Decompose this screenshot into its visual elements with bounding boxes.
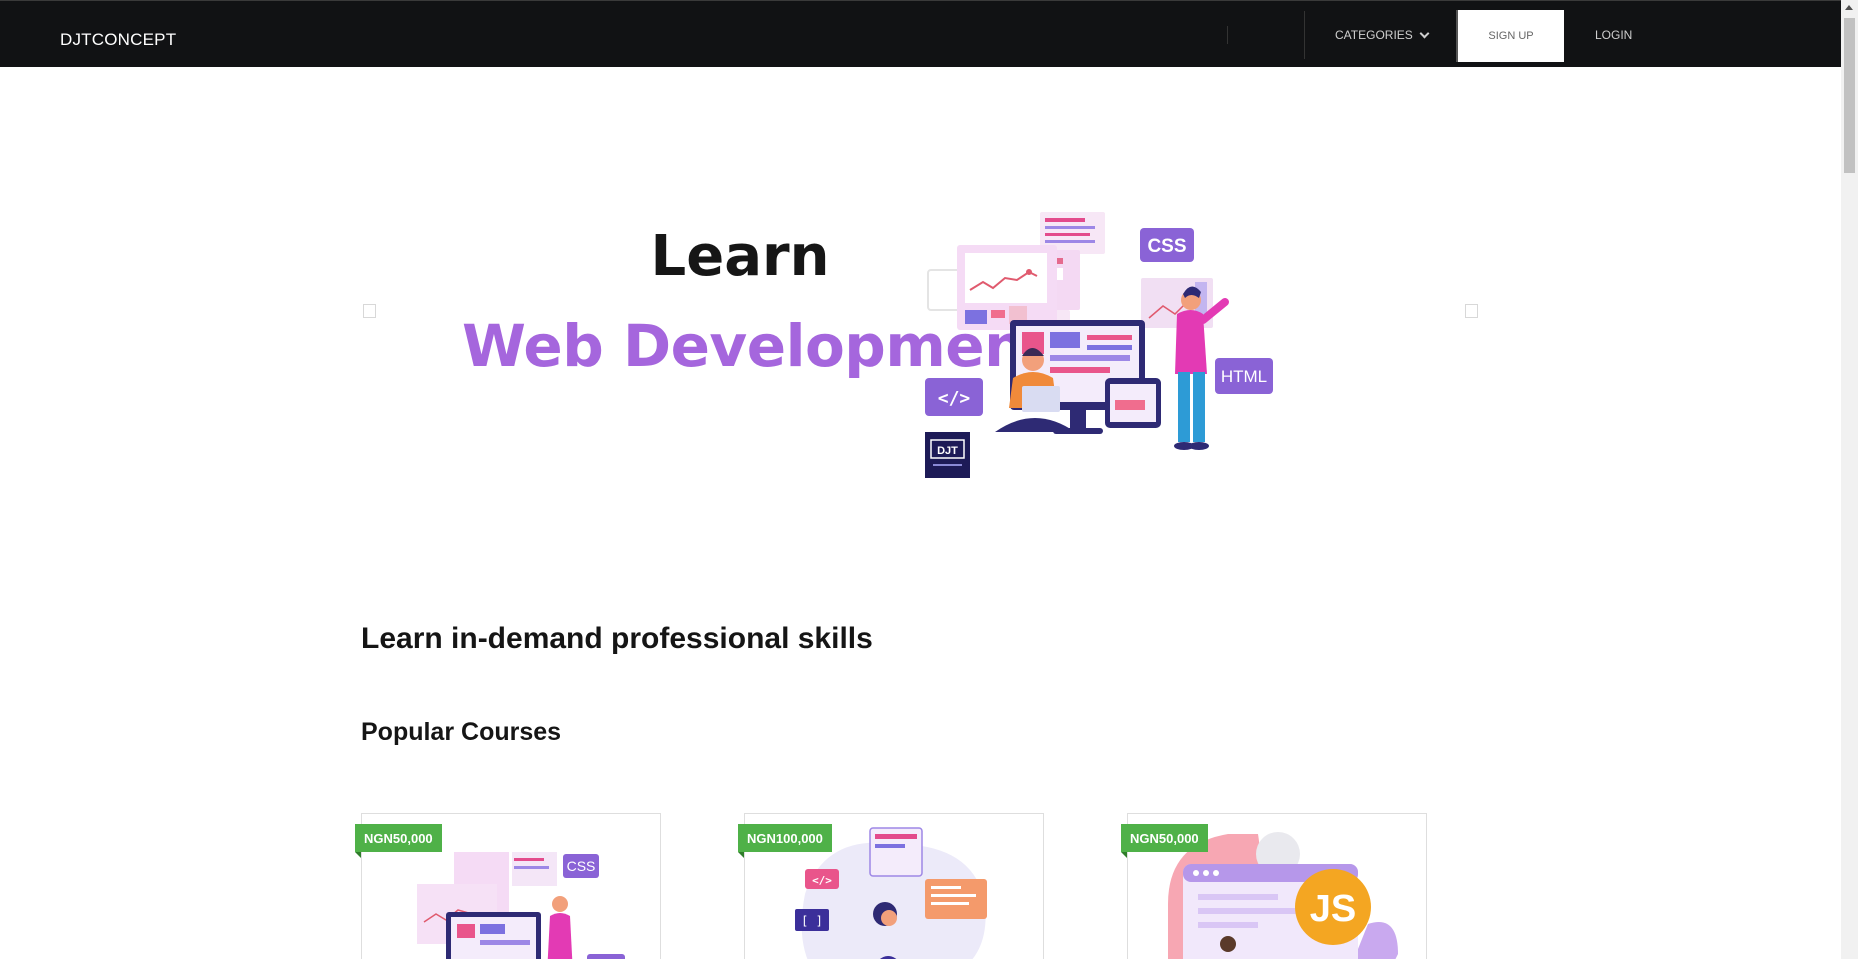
signup-button[interactable]: SIGN UP — [1456, 10, 1564, 62]
card-art-badge: JS — [1310, 888, 1356, 930]
hero-title-learn: Learn — [650, 224, 830, 289]
categories-label: CATEGORIES — [1335, 28, 1413, 42]
skills-heading: Learn in-demand professional skills — [361, 622, 873, 655]
price-badge: NGN50,000 — [355, 824, 442, 852]
nav-divider — [1227, 26, 1228, 44]
badge-fold — [355, 852, 361, 858]
svg-text:[ ]: [ ] — [801, 914, 823, 928]
signup-label: SIGN UP — [1488, 30, 1534, 42]
card-art-badge: </> — [812, 874, 832, 887]
login-link[interactable]: LOGIN — [1595, 28, 1632, 42]
carousel-prev-button[interactable] — [363, 304, 376, 318]
page-scrollbar[interactable] — [1841, 0, 1858, 959]
categories-dropdown[interactable]: CATEGORIES — [1335, 28, 1430, 42]
badge-fold — [738, 852, 744, 858]
top-navbar: DJTCONCEPT CATEGORIES SIGN UP LOGIN — [0, 0, 1841, 67]
popular-courses-heading: Popular Courses — [361, 718, 562, 746]
nav-divider — [1304, 11, 1305, 59]
html-badge: HTML — [1221, 367, 1267, 386]
css-badge: CSS — [1147, 236, 1186, 257]
price-badge: NGN50,000 — [1121, 824, 1208, 852]
hero-illustration: CSS HTML </> DJT — [925, 212, 1273, 478]
carousel-next-button[interactable] — [1465, 304, 1478, 318]
badge-fold — [1121, 852, 1127, 858]
brand-logo[interactable]: DJTCONCEPT — [60, 30, 176, 50]
card-art-badge: CSS — [567, 858, 596, 874]
scroll-up-arrow-icon[interactable] — [1845, 5, 1853, 10]
djt-logo: DJT — [937, 445, 958, 457]
price-badge: NGN100,000 — [738, 824, 832, 852]
chevron-down-icon — [1419, 28, 1430, 38]
scrollbar-thumb[interactable] — [1844, 18, 1855, 173]
code-badge: </> — [938, 388, 971, 409]
